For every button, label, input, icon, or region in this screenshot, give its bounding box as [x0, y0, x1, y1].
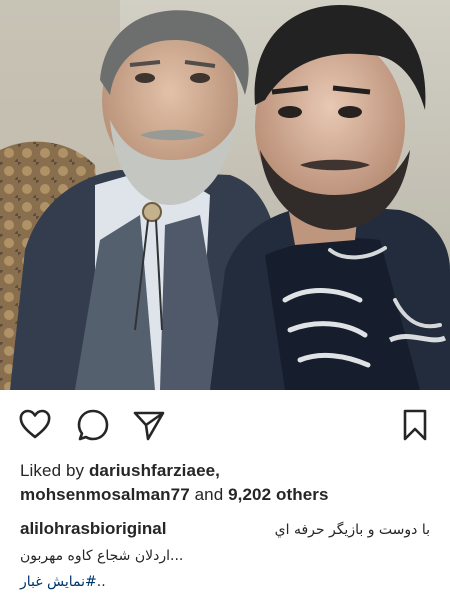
photo-illustration [0, 0, 450, 390]
heart-icon[interactable] [18, 408, 52, 442]
caption-hashtag[interactable]: #نمایش غبار [20, 574, 97, 590]
likes-others-count[interactable]: 9,202 others [228, 485, 328, 504]
action-bar [0, 390, 450, 456]
liker-username-1[interactable]: dariushfarziaee, [89, 461, 220, 480]
comment-icon[interactable] [76, 408, 110, 442]
caption-text-line-2: ...اردلان شجاع کاوه مهربون [20, 548, 184, 564]
post-caption: alilohrasbioriginal با دوست و بازیگر حرف… [20, 516, 440, 595]
share-icon[interactable] [132, 408, 166, 442]
caption-username[interactable]: alilohrasbioriginal [20, 516, 166, 542]
bookmark-icon[interactable] [398, 408, 432, 442]
caption-text-line-1: با دوست و بازیگر حرفه اي [274, 522, 430, 538]
caption-hashtag-tail: .. [96, 574, 106, 590]
likes-summary: Liked by dariushfarziaee, mohsenmosalman… [20, 459, 440, 507]
likes-conjunction: and [194, 485, 224, 504]
caption-text-line-3: #نمایش غبار.. [20, 569, 440, 595]
likes-prefix: Liked by [20, 461, 85, 480]
liker-username-2[interactable]: mohsenmosalman77 [20, 485, 190, 504]
post-photo[interactable] [0, 0, 450, 390]
